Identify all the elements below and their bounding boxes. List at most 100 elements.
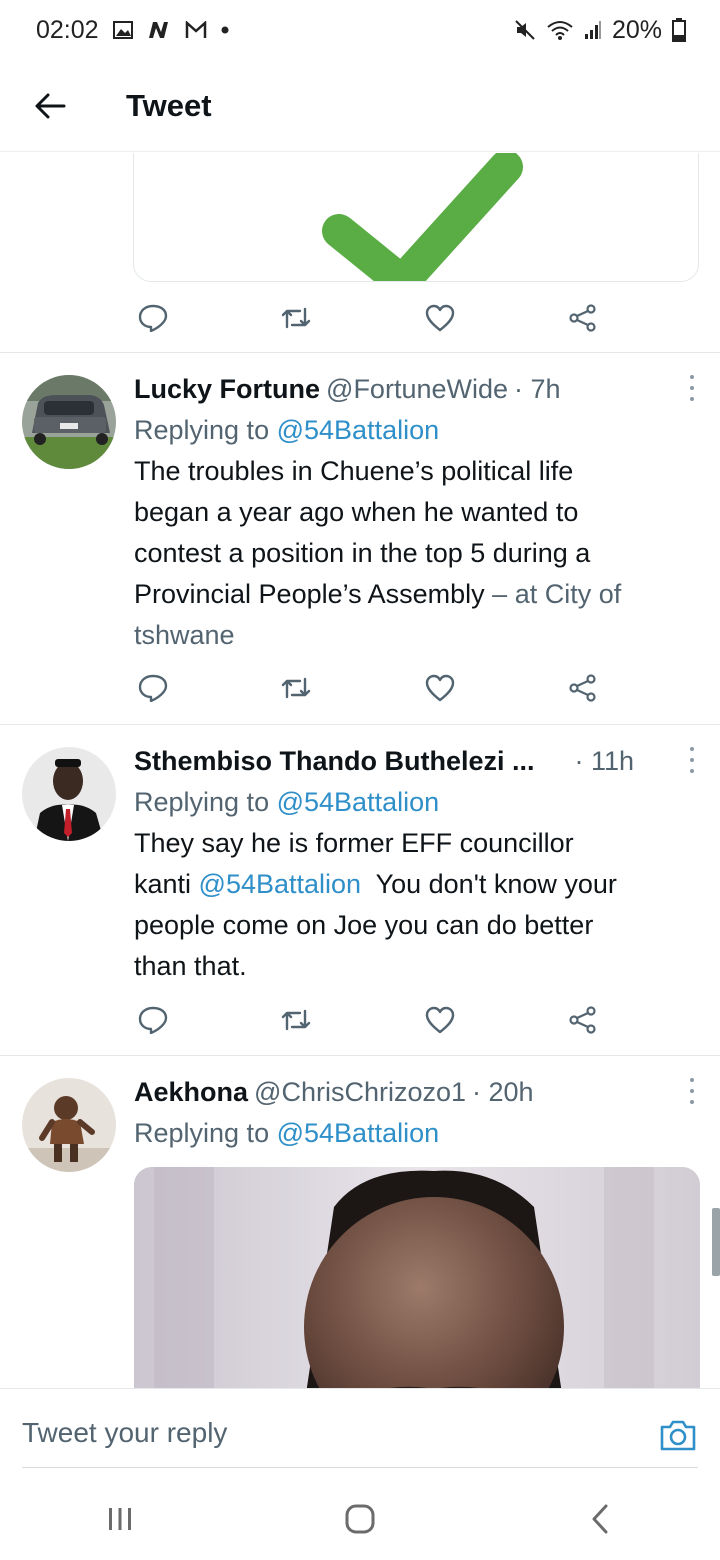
heart-icon <box>425 674 454 702</box>
more-options-button[interactable] <box>682 745 702 775</box>
handle[interactable]: @FortuneWide <box>326 369 508 409</box>
replying-to-mention[interactable]: @54Battalion <box>277 787 440 817</box>
timestamp: · 11h <box>574 746 635 776</box>
reply-button[interactable] <box>133 298 173 338</box>
timestamp: · 7h <box>514 374 561 404</box>
avatar[interactable] <box>22 1078 116 1172</box>
tweet-header: Lucky Fortune @FortuneWide · 7h <box>134 369 696 409</box>
display-name[interactable]: Sthembiso Thando Buthelezi ... <box>134 741 535 781</box>
tweet-text-fragment: kanti <box>134 869 199 899</box>
recent-apps-button[interactable] <box>80 1489 160 1549</box>
avatar[interactable] <box>22 747 116 841</box>
tweet-header: Aekhona @ChrisChrizozo1 · 20h <box>134 1072 696 1112</box>
share-icon <box>569 304 596 332</box>
tweet-actions <box>133 298 603 338</box>
reply-composer[interactable]: Tweet your reply <box>0 1388 720 1478</box>
like-button[interactable] <box>420 1000 460 1040</box>
tweet-media-image[interactable] <box>133 153 699 282</box>
arrow-left-icon <box>35 93 66 118</box>
retweet-icon <box>282 1009 311 1031</box>
replying-to-label: Replying to <box>134 415 270 445</box>
more-options-button[interactable] <box>682 373 702 403</box>
reply-icon <box>138 304 168 332</box>
mute-icon <box>514 19 536 41</box>
tweet-media-video[interactable] <box>134 1167 700 1388</box>
tweet-text-line: They say he is former EFF councillor <box>134 828 574 858</box>
share-button[interactable] <box>563 298 603 338</box>
replying-to-label: Replying to <box>134 1118 270 1148</box>
tweet-text-fragment: Provincial People’s Assembly <box>134 579 485 609</box>
reply-tweet[interactable]: Aekhona @ChrisChrizozo1 · 20h Replying t… <box>0 1056 720 1388</box>
gmail-icon <box>185 21 207 39</box>
system-navigation-bar <box>0 1478 720 1560</box>
retweet-button[interactable] <box>276 298 316 338</box>
location-text: tshwane <box>134 620 235 650</box>
home-icon <box>345 1504 375 1534</box>
dot-icon <box>221 26 229 34</box>
composer-underline <box>22 1467 698 1468</box>
page-title: Tweet <box>126 87 212 123</box>
reply-input[interactable]: Tweet your reply <box>22 1417 227 1449</box>
camera-icon <box>660 1420 696 1451</box>
tweet-actions <box>133 1000 603 1040</box>
heart-icon <box>425 304 454 332</box>
replying-to-label: Replying to <box>134 787 270 817</box>
mention-link[interactable]: @54Battalion <box>199 869 362 899</box>
like-button[interactable] <box>420 298 460 338</box>
battery-icon <box>672 18 686 42</box>
share-button[interactable] <box>563 668 603 708</box>
tweet-text-line: than that. <box>134 951 247 981</box>
share-icon <box>569 674 596 702</box>
retweet-icon <box>282 677 311 699</box>
checkmark-image <box>322 153 523 281</box>
avatar[interactable] <box>22 375 116 469</box>
more-options-button[interactable] <box>682 1076 702 1106</box>
recent-apps-icon <box>109 1508 131 1530</box>
n-app-icon <box>147 20 171 40</box>
replying-to: Replying to @54Battalion <box>134 781 696 823</box>
status-bar: 02:02 20% <box>0 0 720 60</box>
tweet-text-line: Provincial People’s Assembly – at City o… <box>134 574 696 615</box>
battery-percent: 20% <box>611 15 662 44</box>
like-button[interactable] <box>420 668 460 708</box>
tweet-text-line: The troubles in Chuene’s political life <box>134 456 574 486</box>
back-button[interactable] <box>20 76 80 136</box>
tweet-text-line: contest a position in the top 5 during a <box>134 538 591 568</box>
retweet-button[interactable] <box>276 1000 316 1040</box>
tweet-header: Sthembiso Thando Buthelezi ... · 11h <box>134 741 696 781</box>
retweet-icon <box>282 307 311 329</box>
tweet-actions <box>133 668 603 708</box>
replying-to-mention[interactable]: @54Battalion <box>277 415 440 445</box>
home-button[interactable] <box>320 1489 400 1549</box>
reply-button[interactable] <box>133 668 173 708</box>
reply-button[interactable] <box>133 1000 173 1040</box>
tweet-text: The troubles in Chuene’s political life … <box>134 451 696 656</box>
status-time: 02:02 <box>36 15 99 44</box>
timestamp: · 20h <box>472 1077 534 1107</box>
video-thumbnail <box>134 1167 700 1388</box>
tweet-text-fragment: You don't know your <box>361 869 617 899</box>
top-app-bar: Tweet <box>0 60 720 152</box>
replying-to: Replying to @54Battalion <box>134 1112 696 1154</box>
reply-icon <box>138 674 168 702</box>
wifi-icon <box>546 19 574 41</box>
scrollbar-thumb[interactable] <box>712 1208 720 1276</box>
share-icon <box>569 1006 596 1034</box>
heart-icon <box>425 1006 454 1034</box>
system-back-button[interactable] <box>560 1489 640 1549</box>
display-name[interactable]: Aekhona <box>134 1072 248 1112</box>
reply-icon <box>138 1006 168 1034</box>
location-text: – at City of <box>484 579 622 609</box>
reply-feed[interactable]: Lucky Fortune @FortuneWide · 7h Replying… <box>0 153 720 1388</box>
chevron-left-icon <box>592 1504 608 1534</box>
tweet-text-line: people come on Joe you can do better <box>134 910 594 940</box>
tweet-text-line: kanti @54Battalion You don't know your <box>134 864 696 905</box>
share-button[interactable] <box>563 1000 603 1040</box>
camera-button[interactable] <box>658 1415 698 1455</box>
handle[interactable]: @ChrisChrizozo1 <box>254 1072 466 1112</box>
replying-to-mention[interactable]: @54Battalion <box>277 1118 440 1148</box>
signal-icon <box>584 20 602 40</box>
display-name[interactable]: Lucky Fortune <box>134 369 320 409</box>
replying-to: Replying to @54Battalion <box>134 409 696 451</box>
retweet-button[interactable] <box>276 668 316 708</box>
